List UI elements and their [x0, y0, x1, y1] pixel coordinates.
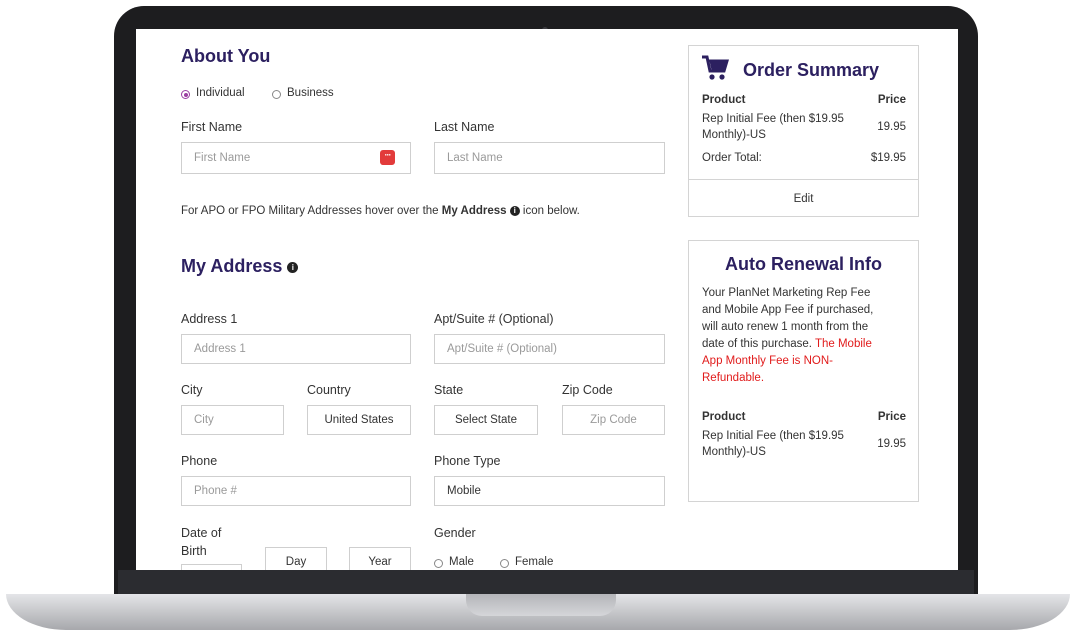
female-label: Female [515, 556, 554, 568]
order-price-header: Price [877, 94, 906, 106]
order-item-price: 19.95 [877, 121, 906, 133]
zip-code-label: Zip Code [562, 383, 613, 397]
auto-renewal-line4-text: date of this purchase. [702, 338, 815, 350]
cart-icon [702, 55, 729, 80]
state-select[interactable]: Select State [434, 405, 538, 435]
my-address-heading: My Address i [181, 256, 299, 277]
about-you-heading: About You [181, 46, 271, 66]
edit-order-button[interactable]: Edit [689, 191, 918, 207]
city-input[interactable]: City [181, 405, 284, 435]
order-summary-divider [689, 179, 918, 180]
dob-label-line1: Date of [181, 526, 222, 540]
info-icon[interactable]: i [509, 206, 520, 216]
dob-year-select[interactable]: Year [349, 547, 411, 570]
phone-input[interactable]: Phone # [181, 476, 411, 506]
auto-renewal-body: Your PlanNet Marketing Rep Fee and Mobil… [702, 285, 912, 387]
military-address-note: For APO or FPO Military Addresses hover … [181, 205, 580, 217]
order-summary-card: Order Summary Product Price Rep Initial … [688, 45, 919, 217]
apt-suite-input[interactable]: Apt/Suite # (Optional) [434, 334, 665, 364]
last-name-label: Last Name [434, 120, 495, 134]
phone-type-label: Phone Type [434, 454, 501, 468]
military-note-prefix: For APO or FPO Military Addresses hover … [181, 205, 442, 217]
renewal-item-line1: Rep Initial Fee (then $19.95 [702, 430, 844, 442]
auto-renewal-line1: Your PlanNet Marketing Rep Fee [702, 287, 871, 299]
renewal-item-line2: Monthly)-US [702, 446, 766, 458]
auto-renewal-card: Auto Renewal Info Your PlanNet Marketing… [688, 240, 919, 502]
address1-label: Address 1 [181, 312, 238, 326]
order-product-header: Product [702, 94, 746, 106]
first-name-input[interactable]: First Name [181, 142, 411, 174]
military-note-suffix: icon below. [519, 205, 580, 217]
individual-radio[interactable] [181, 90, 190, 99]
my-address-title: My Address [181, 256, 283, 276]
city-label: City [181, 383, 203, 397]
screen: About You Individual Business First Name… [136, 29, 958, 570]
last-name-input[interactable]: Last Name [434, 142, 665, 174]
auto-renewal-line3: will auto renew 1 month from the [702, 321, 869, 333]
business-label: Business [287, 87, 334, 99]
zip-code-input[interactable]: Zip Code [562, 405, 665, 435]
dob-month-select[interactable] [181, 564, 242, 570]
first-name-label: First Name [181, 120, 243, 134]
address-info-icon[interactable]: i [287, 262, 299, 273]
order-item-line1: Rep Initial Fee (then $19.95 [702, 113, 844, 125]
non-refundable-warning-1: The Mobile [814, 338, 872, 350]
auto-renewal-line4: date of this purchase. The Mobile [702, 336, 912, 353]
male-radio[interactable] [434, 559, 443, 568]
non-refundable-warning-3: Refundable. [702, 372, 765, 384]
renewal-item-price: 19.95 [877, 438, 906, 450]
laptop-bezel-bottom [118, 570, 974, 594]
renewal-price-header: Price [877, 411, 906, 423]
apt-suite-label: Apt/Suite # (Optional) [434, 312, 554, 326]
individual-label: Individual [196, 87, 245, 99]
state-label: State [434, 383, 464, 397]
auto-renewal-title: Auto Renewal Info [725, 254, 882, 274]
my-address-link-text: My Address [441, 205, 507, 217]
order-item-line2: Monthly)-US [702, 129, 766, 141]
non-refundable-warning-2: App Monthly Fee is NON- [702, 355, 834, 367]
country-label: Country [307, 383, 351, 397]
password-manager-icon[interactable]: ··· [380, 150, 395, 165]
female-radio[interactable] [500, 559, 509, 568]
business-radio[interactable] [272, 90, 281, 99]
phone-label: Phone [181, 454, 218, 468]
order-total-label: Order Total: [702, 152, 762, 164]
address1-input[interactable]: Address 1 [181, 334, 411, 364]
dob-label-line2: Birth [181, 544, 207, 558]
phone-type-select[interactable]: Mobile [434, 476, 665, 506]
renewal-product-header: Product [702, 411, 746, 423]
laptop-hinge [466, 594, 616, 616]
country-select[interactable]: United States [307, 405, 411, 435]
dob-day-select[interactable]: Day [265, 547, 327, 570]
order-total-value: $19.95 [870, 152, 906, 164]
order-summary-title: Order Summary [743, 60, 880, 80]
auto-renewal-line2: and Mobile App Fee if purchased, [702, 304, 874, 316]
gender-label: Gender [434, 526, 476, 540]
male-label: Male [449, 556, 474, 568]
